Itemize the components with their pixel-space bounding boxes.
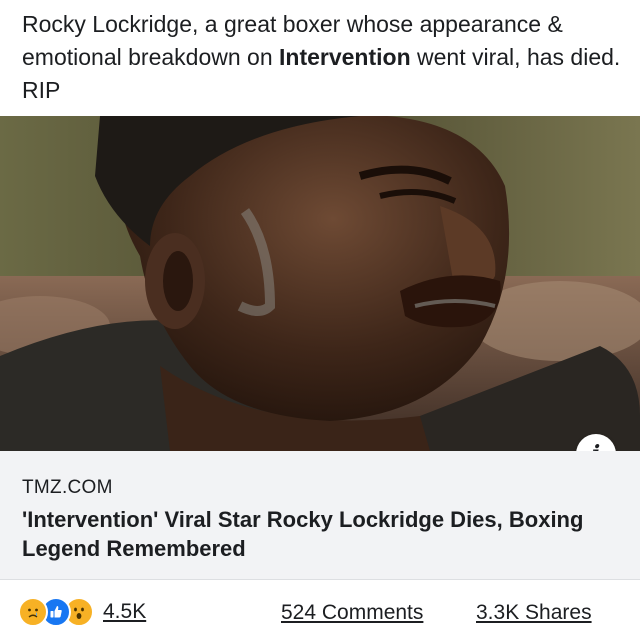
post-footer: 4.5K 524 Comments 3.3K Shares xyxy=(0,580,640,640)
sad-reaction-icon xyxy=(18,597,48,627)
comments-count-link[interactable]: 524 Comments xyxy=(281,601,423,625)
post-caption: Rocky Lockridge, a great boxer whose app… xyxy=(22,8,622,107)
link-preview-image[interactable] xyxy=(0,116,640,451)
link-title[interactable]: 'Intervention' Viral Star Rocky Lockridg… xyxy=(22,505,612,563)
shares-count-link[interactable]: 3.3K Shares xyxy=(476,601,592,625)
reactions-summary[interactable]: 4.5K xyxy=(18,597,146,627)
crying-man-photo xyxy=(0,116,640,451)
facebook-post: Rocky Lockridge, a great boxer whose app… xyxy=(0,0,640,640)
reaction-count[interactable]: 4.5K xyxy=(103,600,146,624)
link-domain: TMZ.COM xyxy=(22,477,113,498)
caption-bold-show-name: Intervention xyxy=(279,44,411,70)
link-preview-card[interactable]: TMZ.COM 'Intervention' Viral Star Rocky … xyxy=(0,451,640,580)
